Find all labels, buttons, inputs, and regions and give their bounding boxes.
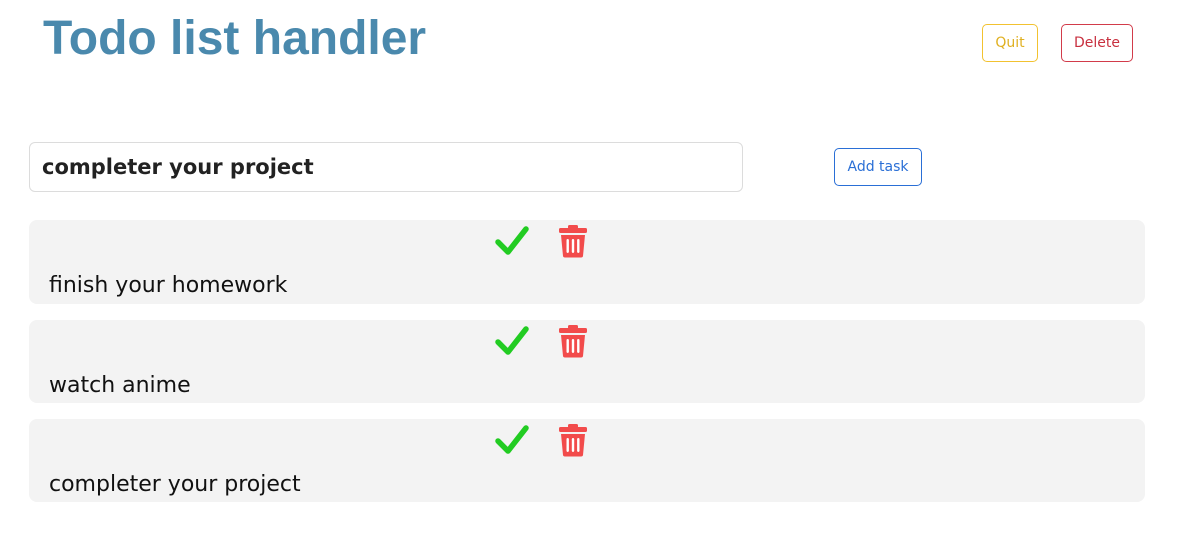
check-icon[interactable] xyxy=(495,324,529,358)
trash-icon[interactable] xyxy=(558,423,588,457)
check-icon[interactable] xyxy=(495,224,529,258)
delete-button[interactable]: Delete xyxy=(1061,24,1133,62)
task-item: completer your project xyxy=(29,419,1145,502)
add-task-button[interactable]: Add task xyxy=(834,148,922,186)
task-text: watch anime xyxy=(49,373,191,398)
trash-icon[interactable] xyxy=(558,224,588,258)
trash-icon[interactable] xyxy=(558,324,588,358)
task-input[interactable] xyxy=(29,142,743,192)
quit-button[interactable]: Quit xyxy=(982,24,1038,62)
page-title: Todo list handler xyxy=(43,12,427,65)
task-item: finish your homework xyxy=(29,220,1145,304)
task-text: finish your homework xyxy=(49,273,288,298)
todo-app: Todo list handler Quit Delete Add task f… xyxy=(0,0,1186,544)
task-list: finish your homework watch anime complet… xyxy=(29,220,1145,518)
task-text: completer your project xyxy=(49,472,301,497)
task-item: watch anime xyxy=(29,320,1145,403)
check-icon[interactable] xyxy=(495,423,529,457)
